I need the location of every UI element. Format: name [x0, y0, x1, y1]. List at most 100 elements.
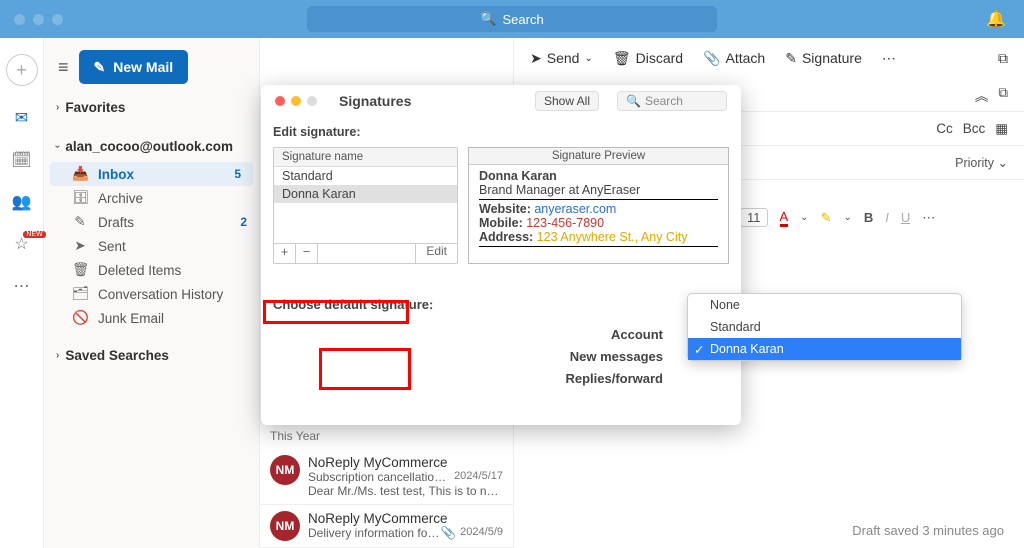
- more-icon[interactable]: ⋯: [14, 276, 30, 296]
- compose-button[interactable]: +: [6, 54, 38, 86]
- search-placeholder: Search: [502, 12, 543, 27]
- edit-signature-label: Edit signature:: [273, 121, 729, 147]
- folder-inbox[interactable]: 📥 Inbox 5: [50, 162, 253, 186]
- highlight-icon[interactable]: ✎: [821, 210, 832, 226]
- cc-button[interactable]: Cc: [936, 121, 953, 137]
- more-button[interactable]: ⋯: [882, 50, 896, 67]
- signature-dropdown: None Standard Donna Karan: [687, 293, 962, 361]
- new-mail-button[interactable]: ✎ New Mail: [79, 50, 189, 84]
- edit-button[interactable]: Edit: [415, 244, 457, 263]
- global-search[interactable]: 🔍 Search: [307, 6, 717, 32]
- calendar-icon[interactable]: 🗓: [11, 150, 31, 170]
- attachment-icon: 📎: [441, 526, 457, 541]
- discard-button[interactable]: 🗑Discard: [613, 50, 683, 67]
- show-all-button[interactable]: Show All: [535, 91, 599, 111]
- sent-icon: ➤: [72, 238, 88, 254]
- maximize-icon: [307, 96, 317, 106]
- highlight-box: [263, 300, 409, 324]
- highlight-box: [319, 348, 411, 390]
- preview-job: Brand Manager at AnyEraser: [479, 183, 718, 197]
- underline-icon[interactable]: U: [901, 210, 910, 225]
- signature-icon: ✎: [785, 50, 797, 67]
- send-icon: ➤: [530, 50, 542, 67]
- archive-icon: 🗄: [72, 190, 88, 206]
- preview-header: Signature Preview: [469, 148, 728, 165]
- inbox-count: 5: [234, 167, 241, 181]
- dialog-search[interactable]: 🔍Search: [617, 91, 727, 111]
- chevron-right-icon: ›: [56, 350, 59, 361]
- saved-searches-section[interactable]: › Saved Searches: [44, 340, 259, 371]
- close-dot[interactable]: [14, 14, 25, 25]
- search-icon: 🔍: [626, 94, 641, 108]
- font-color-icon[interactable]: A: [780, 209, 789, 227]
- saved-label: Saved Searches: [65, 348, 169, 363]
- fontsize-select[interactable]: 11: [740, 208, 768, 227]
- avatar: NM: [270, 455, 300, 485]
- folder-conversation[interactable]: 🗂 Conversation History: [44, 282, 259, 306]
- drafts-icon: ✎: [72, 214, 88, 230]
- message-item[interactable]: NM NoReply MyCommerce Subscription cance…: [260, 449, 513, 505]
- expand-icon[interactable]: ⧉: [998, 85, 1008, 105]
- preview-name: Donna Karan: [479, 169, 718, 183]
- bcc-button[interactable]: Bcc: [963, 121, 986, 137]
- mail-icon[interactable]: ✉: [15, 108, 28, 128]
- contacts-icon[interactable]: ▦: [995, 121, 1008, 137]
- more-format-icon[interactable]: ⋯: [922, 210, 935, 226]
- favorites-icon[interactable]: ☆NEW: [14, 234, 28, 254]
- dropdown-option[interactable]: Donna Karan: [688, 338, 961, 360]
- remove-signature-button[interactable]: −: [296, 244, 318, 263]
- chevron-down-icon: ›: [52, 145, 63, 148]
- people-icon[interactable]: 👥: [12, 192, 32, 212]
- message-subject: Subscription cancellation f...: [308, 470, 450, 484]
- left-rail: + ✉ 🗓 👥 ☆NEW ⋯: [0, 38, 44, 548]
- drafts-count: 2: [240, 215, 247, 229]
- collapse-up-icon[interactable]: ︽: [975, 85, 989, 105]
- signature-row[interactable]: Donna Karan: [274, 185, 457, 203]
- window-titlebar: 🔍 Search 🔔: [0, 0, 1024, 38]
- maximize-dot[interactable]: [52, 14, 63, 25]
- preview-website: anyeraser.com: [534, 202, 616, 216]
- minimize-icon[interactable]: [291, 96, 301, 106]
- favorites-label: Favorites: [65, 100, 125, 115]
- hamburger-icon[interactable]: ≡: [58, 57, 69, 78]
- folder-icon: 🗂: [72, 286, 88, 302]
- popout-icon[interactable]: ⧉: [998, 50, 1008, 67]
- bold-icon[interactable]: B: [864, 210, 873, 225]
- attach-button[interactable]: 📎Attach: [703, 50, 765, 67]
- folder-junk[interactable]: 🚫 Junk Email: [44, 306, 259, 330]
- compose-toolbar: ➤Send⌄ 🗑Discard 📎Attach ✎Signature ⋯ ⧉: [514, 38, 1024, 78]
- folder-deleted[interactable]: 🗑 Deleted Items: [44, 258, 259, 282]
- close-icon[interactable]: [275, 96, 285, 106]
- signature-button[interactable]: ✎Signature: [785, 50, 862, 67]
- dropdown-option[interactable]: None: [688, 294, 961, 316]
- italic-icon[interactable]: I: [885, 210, 889, 225]
- traffic-lights: [14, 14, 63, 25]
- dropdown-option[interactable]: Standard: [688, 316, 961, 338]
- dialog-titlebar: Signatures Show All 🔍Search: [261, 85, 741, 117]
- attach-icon: 📎: [703, 50, 720, 67]
- folder-drafts[interactable]: ✎ Drafts 2: [44, 210, 259, 234]
- minimize-dot[interactable]: [33, 14, 44, 25]
- archive-label: Archive: [98, 191, 143, 206]
- format-toolbar: 11 A⌄ ✎⌄ B I U ⋯: [740, 208, 935, 227]
- account-label: Account: [273, 327, 669, 342]
- account-section[interactable]: › alan_cocoo@outlook.com: [44, 131, 259, 162]
- signature-row[interactable]: Standard: [274, 167, 457, 185]
- drafts-label: Drafts: [98, 215, 134, 230]
- preview-mobile: 123-456-7890: [526, 216, 604, 230]
- folder-sent[interactable]: ➤ Sent: [44, 234, 259, 258]
- signature-list: Signature name Standard Donna Karan + − …: [273, 147, 458, 264]
- favorites-section[interactable]: › Favorites: [44, 92, 259, 123]
- chevron-down-icon: ⌄: [584, 53, 592, 64]
- dialog-title: Signatures: [339, 93, 411, 109]
- message-from: NoReply MyCommerce: [308, 455, 503, 470]
- trash-icon: 🗑: [613, 50, 631, 67]
- compose-icon: ✎: [94, 59, 106, 76]
- folder-archive[interactable]: 🗄 Archive: [44, 186, 259, 210]
- conversation-label: Conversation History: [98, 287, 223, 302]
- send-button[interactable]: ➤Send⌄: [530, 50, 593, 67]
- priority-dropdown[interactable]: Priority ⌄: [955, 155, 1008, 170]
- message-item[interactable]: NM NoReply MyCommerce Delivery informati…: [260, 505, 513, 548]
- notification-icon[interactable]: 🔔: [986, 9, 1006, 29]
- add-signature-button[interactable]: +: [274, 244, 296, 263]
